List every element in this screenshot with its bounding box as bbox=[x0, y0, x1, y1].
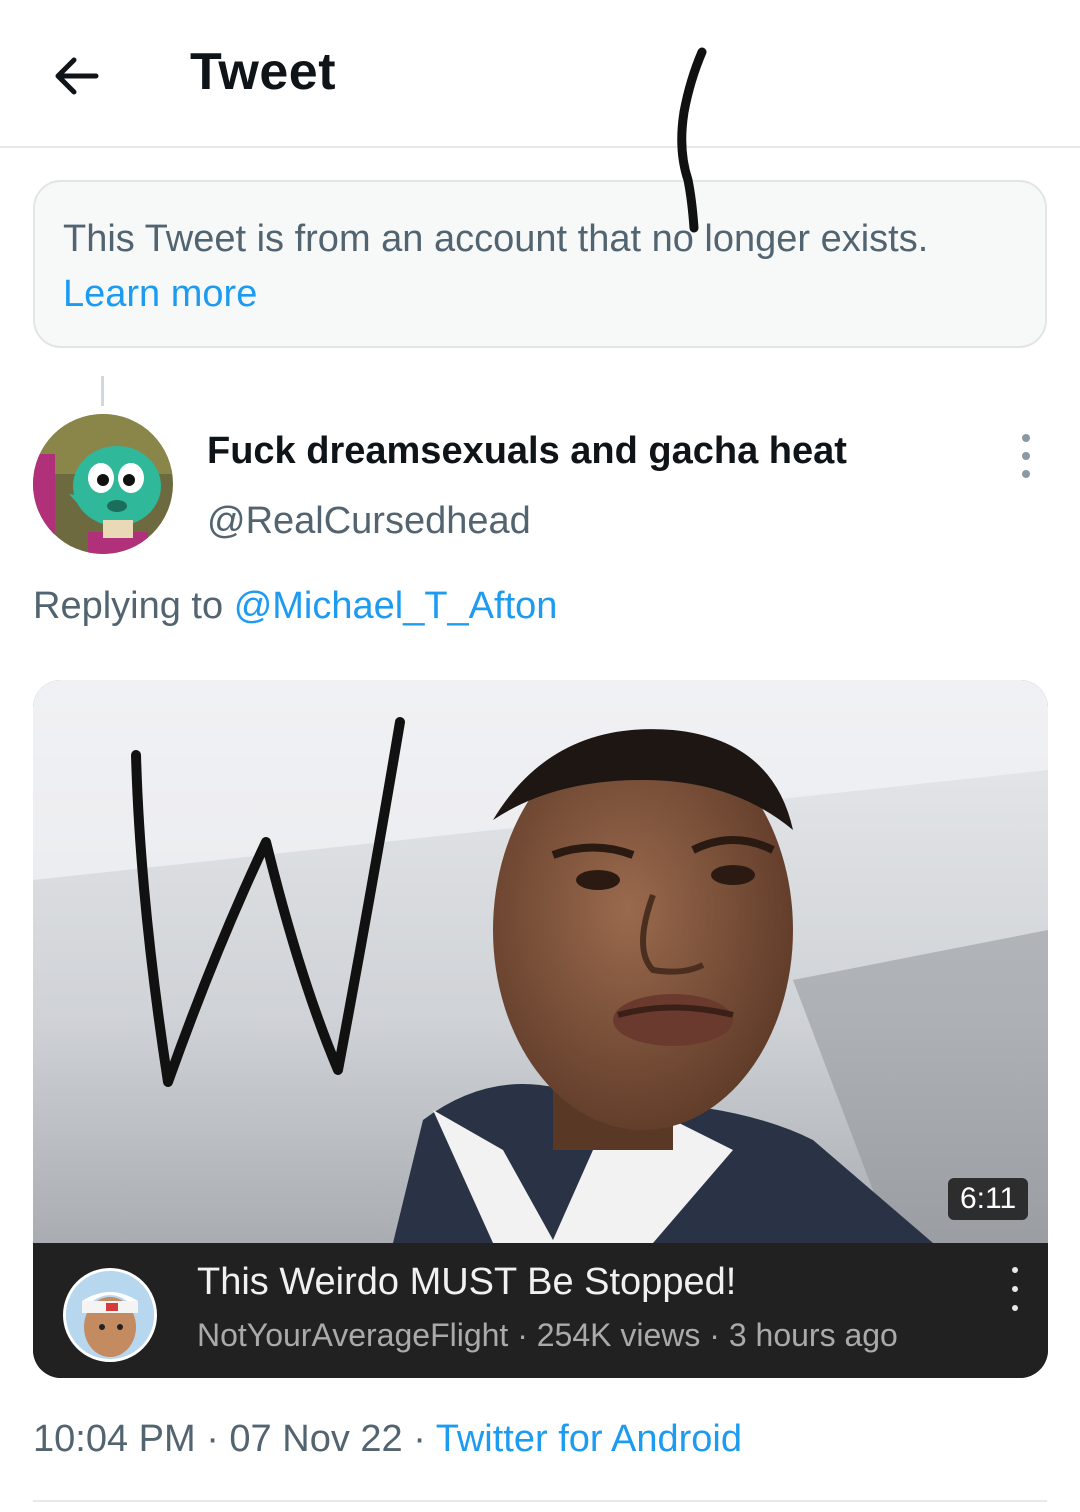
video-duration: 6:11 bbox=[948, 1178, 1029, 1220]
upload-age: 3 hours ago bbox=[728, 1317, 898, 1353]
learn-more-link[interactable]: Learn more bbox=[63, 273, 257, 315]
user-handle[interactable]: @RealCursedhead bbox=[207, 500, 531, 543]
separator: · bbox=[700, 1317, 729, 1353]
more-options-icon[interactable] bbox=[1010, 434, 1042, 478]
dot bbox=[1012, 1267, 1018, 1273]
dot bbox=[1012, 1305, 1018, 1311]
timestamp-text: 10:04 PM · 07 Nov 22 · bbox=[33, 1418, 436, 1460]
thread-connector bbox=[101, 376, 104, 406]
video-meta: NotYourAverageFlight · 254K views · 3 ho… bbox=[197, 1317, 898, 1354]
replying-prefix: Replying to bbox=[33, 585, 224, 627]
dot bbox=[1022, 434, 1030, 442]
channel-avatar[interactable] bbox=[63, 1268, 157, 1362]
video-info-bar: This Weirdo MUST Be Stopped! NotYourAver… bbox=[33, 1243, 1048, 1378]
media-attachment[interactable]: 6:11 This Weirdo MUST Be Stopped! NotYou… bbox=[33, 680, 1048, 1378]
tweet-timestamp: 10:04 PM · 07 Nov 22 · Twitter for Andro… bbox=[33, 1418, 742, 1461]
dot bbox=[1012, 1286, 1018, 1292]
dot bbox=[1022, 452, 1030, 460]
back-button[interactable] bbox=[44, 44, 108, 108]
source-link[interactable]: Twitter for Android bbox=[436, 1418, 742, 1460]
channel-avatar-image bbox=[66, 1271, 154, 1359]
view-count: 254K views bbox=[536, 1317, 701, 1353]
deleted-account-notice: This Tweet is from an account that no lo… bbox=[33, 180, 1047, 348]
top-app-bar: Tweet bbox=[0, 0, 1080, 148]
replying-handle-link[interactable]: @Michael_T_Afton bbox=[234, 585, 558, 627]
separator: · bbox=[508, 1317, 537, 1353]
video-thumbnail bbox=[33, 680, 1048, 1243]
dot bbox=[1022, 470, 1030, 478]
avatar-image bbox=[33, 414, 173, 554]
display-name[interactable]: Fuck dreamsexuals and gacha heat bbox=[207, 430, 847, 473]
notice-text: This Tweet is from an account that no lo… bbox=[63, 218, 929, 260]
replying-to: Replying to @Michael_T_Afton bbox=[33, 585, 557, 628]
channel-name: NotYourAverageFlight bbox=[197, 1317, 509, 1353]
video-more-icon[interactable] bbox=[1005, 1267, 1025, 1311]
page-title: Tweet bbox=[190, 43, 337, 101]
arrow-left-icon bbox=[55, 57, 99, 95]
divider bbox=[33, 1500, 1047, 1502]
avatar[interactable] bbox=[33, 414, 173, 554]
video-title: This Weirdo MUST Be Stopped! bbox=[197, 1261, 737, 1303]
